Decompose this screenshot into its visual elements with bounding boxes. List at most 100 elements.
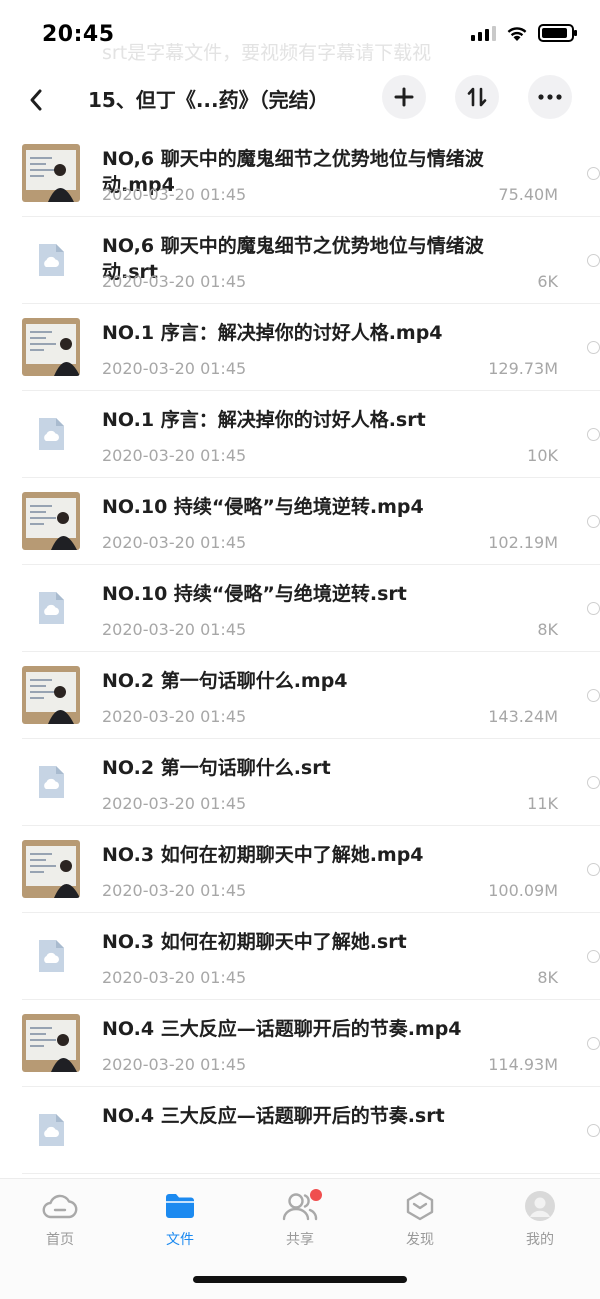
tab-label-home: 首页 [46, 1232, 74, 1248]
file-row[interactable]: NO,6 聊天中的魔鬼细节之优势地位与情绪波动.mp4 2020-03-20 01… [22, 130, 600, 217]
more-icon [538, 94, 562, 100]
file-name: NO.1 序言：解决掉你的讨好人格.mp4 [102, 322, 443, 344]
file-row[interactable]: NO.10 持续“侵略”与绝境逆转.mp4 2020-03-20 01:45 102… [22, 478, 600, 565]
file-row[interactable]: NO.3 如何在初期聊天中了解她.srt 2020-03-20 01:45 8K [22, 913, 600, 1000]
select-radio[interactable] [587, 341, 600, 354]
file-list[interactable]: NO,6 聊天中的魔鬼细节之优势地位与情绪波动.mp4 2020-03-20 01… [0, 130, 600, 1178]
file-date: 2020-03-20 01:45 [102, 272, 247, 291]
people-icon [240, 1189, 360, 1223]
file-date: 2020-03-20 01:45 [102, 359, 247, 378]
subtitle-file-icon [22, 753, 80, 811]
battery-icon [538, 24, 577, 42]
subtitle-file-icon [22, 1101, 80, 1159]
back-button[interactable] [20, 80, 52, 120]
sort-icon [467, 87, 487, 107]
select-radio[interactable] [587, 167, 600, 180]
file-size: 11K [527, 794, 558, 813]
select-radio[interactable] [587, 254, 600, 267]
select-radio[interactable] [587, 1037, 600, 1050]
file-name: NO.2 第一句话聊什么.mp4 [102, 670, 348, 692]
file-date: 2020-03-20 01:45 [102, 1055, 247, 1074]
tab-label-files: 文件 [166, 1232, 194, 1248]
folder-icon [120, 1189, 240, 1223]
file-date: 2020-03-20 01:45 [102, 794, 247, 813]
select-radio[interactable] [587, 1124, 600, 1137]
file-date: 2020-03-20 01:45 [102, 185, 247, 204]
select-radio[interactable] [587, 776, 600, 789]
file-size: 6K [537, 272, 558, 291]
file-size: 8K [537, 968, 558, 987]
subtitle-file-icon [22, 927, 80, 985]
share-badge-dot [310, 1189, 322, 1201]
folder-title: 15、但丁《...药》（完结） [88, 88, 329, 112]
file-row[interactable]: NO.10 持续“侵略”与绝境逆转.srt 2020-03-20 01:45 8K [22, 565, 600, 652]
file-name: NO.1 序言：解决掉你的讨好人格.srt [102, 409, 426, 431]
file-name: NO.2 第一句话聊什么.srt [102, 757, 331, 779]
select-radio[interactable] [587, 950, 600, 963]
file-size: 143.24M [488, 707, 558, 726]
file-row[interactable]: NO.1 序言：解决掉你的讨好人格.srt 2020-03-20 01:45 10K [22, 391, 600, 478]
file-row[interactable]: NO,6 聊天中的魔鬼细节之优势地位与情绪波动.srt 2020-03-20 01… [22, 217, 600, 304]
sort-button[interactable] [455, 75, 499, 119]
file-date: 2020-03-20 01:45 [102, 968, 247, 987]
file-name: NO.3 如何在初期聊天中了解她.srt [102, 931, 407, 953]
file-name: NO.10 持续“侵略”与绝境逆转.mp4 [102, 496, 424, 518]
file-date: 2020-03-20 01:45 [102, 620, 247, 639]
plus-icon [394, 87, 414, 107]
wifi-icon [507, 27, 527, 41]
tab-label-share: 共享 [286, 1232, 314, 1248]
file-date: 2020-03-20 01:45 [102, 446, 247, 465]
tab-mine[interactable]: 我的 [480, 1189, 600, 1249]
home-indicator[interactable] [193, 1276, 407, 1283]
video-thumbnail [22, 666, 80, 724]
avatar-icon [480, 1189, 600, 1223]
file-size: 102.19M [488, 533, 558, 552]
select-radio[interactable] [587, 428, 600, 441]
file-row[interactable]: NO.4 三大反应—话题聊开后的节奏.srt [22, 1087, 600, 1174]
select-radio[interactable] [587, 689, 600, 702]
video-thumbnail [22, 840, 80, 898]
more-button[interactable] [528, 75, 572, 119]
tab-home[interactable]: 首页 [0, 1189, 120, 1249]
file-name: NO.10 持续“侵略”与绝境逆转.srt [102, 583, 407, 605]
file-name: NO.3 如何在初期聊天中了解她.mp4 [102, 844, 424, 866]
file-name: NO.4 三大反应—话题聊开后的节奏.mp4 [102, 1018, 462, 1040]
battery-level [542, 28, 568, 38]
file-date: 2020-03-20 01:45 [102, 533, 247, 552]
tab-label-mine: 我的 [526, 1232, 554, 1248]
subtitle-file-icon [22, 579, 80, 637]
file-size: 10K [527, 446, 558, 465]
file-name: NO.4 三大反应—话题聊开后的节奏.srt [102, 1105, 445, 1127]
video-thumbnail [22, 492, 80, 550]
file-size: 75.40M [498, 185, 558, 204]
chevron-left-icon [30, 89, 42, 111]
select-radio[interactable] [587, 863, 600, 876]
select-radio[interactable] [587, 515, 600, 528]
file-size: 100.09M [488, 881, 558, 900]
subtitle-file-icon [22, 231, 80, 289]
video-thumbnail [22, 1014, 80, 1072]
add-button[interactable] [382, 75, 426, 119]
file-row[interactable]: NO.2 第一句话聊什么.mp4 2020-03-20 01:45 143.24M [22, 652, 600, 739]
select-radio[interactable] [587, 602, 600, 615]
subtitle-file-icon [22, 405, 80, 463]
file-row[interactable]: NO.4 三大反应—话题聊开后的节奏.mp4 2020-03-20 01:45 11… [22, 1000, 600, 1087]
cloud-icon [0, 1189, 120, 1223]
tab-files[interactable]: 文件 [120, 1189, 240, 1249]
video-thumbnail [22, 144, 80, 202]
file-date: 2020-03-20 01:45 [102, 881, 247, 900]
video-thumbnail [22, 318, 80, 376]
file-row[interactable]: NO.1 序言：解决掉你的讨好人格.mp4 2020-03-20 01:45 129… [22, 304, 600, 391]
cellular-signal-icon [471, 25, 496, 41]
tab-share[interactable]: 共享 [240, 1189, 360, 1249]
tab-discover[interactable]: 发现 [360, 1189, 480, 1249]
nav-bar: 15、但丁《...药》（完结） [0, 72, 600, 128]
compass-icon [360, 1189, 480, 1223]
file-row[interactable]: NO.2 第一句话聊什么.srt 2020-03-20 01:45 11K [22, 739, 600, 826]
file-size: 114.93M [488, 1055, 558, 1074]
file-row[interactable]: NO.3 如何在初期聊天中了解她.mp4 2020-03-20 01:45 100.… [22, 826, 600, 913]
file-date: 2020-03-20 01:45 [102, 707, 247, 726]
status-icons [471, 24, 577, 42]
subtitle-hint-text: srt是字幕文件，要视频有字幕请下载视 [102, 42, 432, 64]
tab-label-discover: 发现 [406, 1232, 434, 1248]
